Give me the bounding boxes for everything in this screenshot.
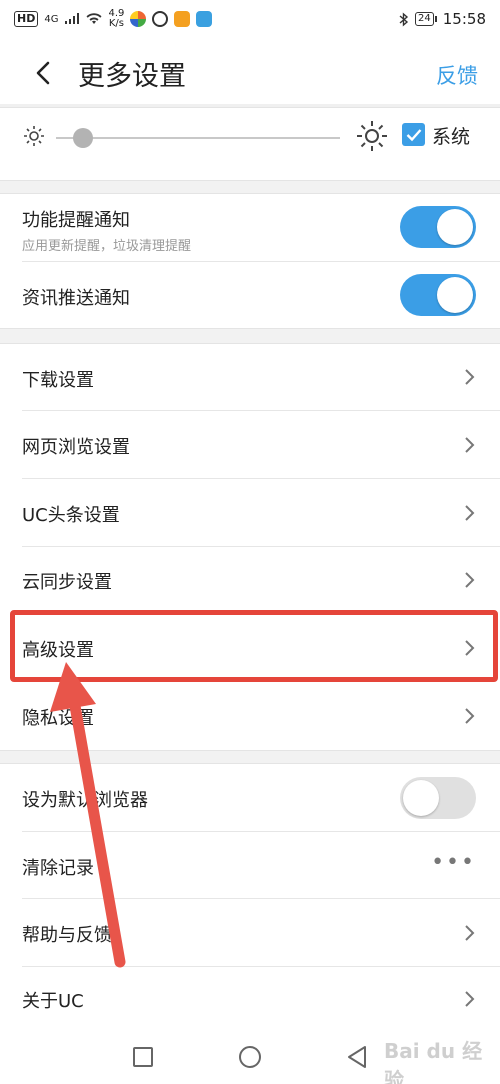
notify-feature-row[interactable]: 功能提醒通知 应用更新提醒，垃圾清理提醒	[0, 194, 500, 262]
signal-label: 4G	[44, 13, 59, 25]
chevron-right-icon	[465, 572, 475, 588]
chevron-right-icon	[465, 505, 475, 521]
web-browse-settings-row[interactable]: 网页浏览设置	[0, 411, 500, 479]
advanced-settings-row[interactable]: 高级设置	[0, 615, 500, 682]
brightness-high-icon	[357, 121, 387, 151]
uc-headline-settings-label: UC头条设置	[22, 505, 120, 526]
app-icon-4	[196, 11, 213, 27]
battery-icon: 24	[415, 12, 437, 26]
notify-feature-toggle[interactable]	[400, 206, 476, 248]
privacy-settings-label: 隐私设置	[22, 708, 94, 729]
app-icon-2	[152, 11, 169, 27]
download-settings-row[interactable]: 下载设置	[0, 344, 500, 411]
system-brightness-checkbox[interactable]	[402, 123, 425, 146]
feedback-link[interactable]: 反馈	[436, 60, 478, 90]
hd-badge: HD	[14, 11, 39, 27]
status-bar: HD 4G 4.9 K/s 24 15:58	[0, 0, 500, 38]
signal-icon	[65, 13, 80, 24]
more-dots-icon: •••	[431, 850, 476, 875]
page-title: 更多设置	[78, 61, 186, 92]
recent-apps-icon[interactable]	[133, 1047, 153, 1067]
chevron-right-icon	[465, 708, 475, 724]
brightness-slider-track[interactable]	[56, 137, 340, 139]
download-settings-label: 下载设置	[22, 370, 94, 391]
advanced-settings-label: 高级设置	[22, 640, 94, 661]
uc-headline-settings-row[interactable]: UC头条设置	[0, 479, 500, 547]
system-brightness-label: 系统	[432, 126, 471, 148]
about-uc-label: 关于UC	[22, 991, 84, 1012]
chevron-right-icon	[465, 640, 475, 656]
chevron-right-icon	[465, 991, 475, 1007]
net-speed-unit: K/s	[108, 18, 124, 29]
section-gap	[0, 180, 500, 194]
brightness-low-icon	[24, 126, 44, 146]
back-arrow-icon	[36, 61, 50, 85]
notify-news-toggle[interactable]	[400, 274, 476, 316]
chevron-right-icon	[465, 437, 475, 453]
battery-level: 24	[415, 12, 434, 26]
app-icon-1	[130, 11, 147, 27]
help-feedback-label: 帮助与反馈	[22, 925, 112, 946]
cloud-sync-settings-row[interactable]: 云同步设置	[0, 547, 500, 615]
wifi-icon	[86, 13, 102, 24]
default-browser-label: 设为默认浏览器	[22, 790, 148, 811]
notify-feature-sublabel: 应用更新提醒，垃圾清理提醒	[22, 239, 192, 254]
notify-news-row[interactable]: 资讯推送通知	[0, 262, 500, 328]
back-button[interactable]	[28, 56, 58, 90]
bluetooth-icon	[399, 11, 409, 27]
home-icon[interactable]	[239, 1046, 261, 1068]
help-feedback-row[interactable]: 帮助与反馈	[0, 899, 500, 967]
section-gap	[0, 328, 500, 344]
section-gap	[0, 750, 500, 764]
chevron-right-icon	[465, 369, 475, 385]
app-header: 更多设置 反馈	[0, 38, 500, 106]
brightness-row: 系统	[0, 106, 500, 180]
chevron-right-icon	[465, 925, 475, 941]
clear-history-label: 清除记录	[22, 858, 94, 879]
privacy-settings-row[interactable]: 隐私设置	[0, 682, 500, 750]
watermark-text: Bai du 经验	[384, 1039, 483, 1084]
clock: 15:58	[442, 10, 486, 28]
notify-news-label: 资讯推送通知	[22, 288, 130, 309]
notify-feature-label: 功能提醒通知	[22, 210, 130, 231]
default-browser-toggle[interactable]	[400, 777, 476, 819]
check-icon	[406, 128, 421, 141]
cloud-sync-settings-label: 云同步设置	[22, 572, 112, 593]
web-browse-settings-label: 网页浏览设置	[22, 437, 130, 458]
net-speed: 4.9 K/s	[108, 9, 124, 29]
about-uc-row[interactable]: 关于UC	[0, 967, 500, 1030]
nav-back-icon[interactable]	[346, 1045, 368, 1069]
app-icon-3	[174, 11, 191, 27]
brightness-slider-knob[interactable]	[73, 128, 94, 148]
default-browser-row[interactable]: 设为默认浏览器	[0, 764, 500, 832]
clear-history-row[interactable]: 清除记录 •••	[0, 832, 500, 899]
